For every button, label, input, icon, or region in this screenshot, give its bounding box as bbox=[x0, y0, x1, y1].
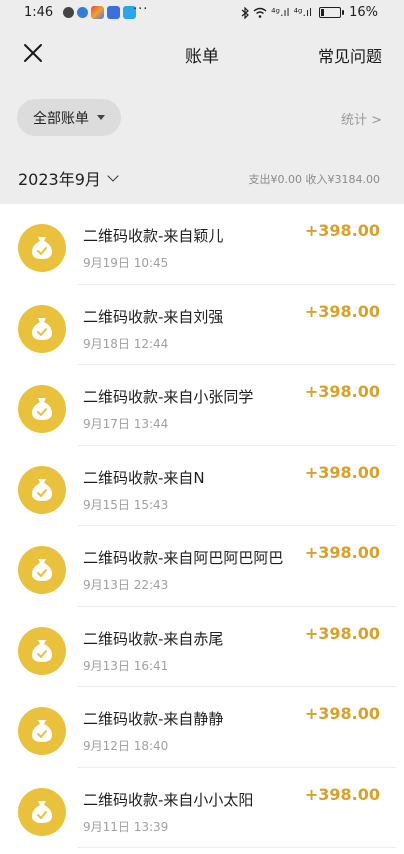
status-right: ⁴ᵍ.ıl ⁴ᵍ.ıl 16% bbox=[241, 5, 378, 20]
transaction-title: 二维码收款-来自静静 bbox=[83, 710, 224, 728]
transaction-amount: +398.00 bbox=[304, 704, 380, 723]
transaction-time: 9月17日 13:44 bbox=[83, 417, 169, 431]
transaction-item[interactable]: 二维码收款-来自赤尾 9月13日 16:41 +398.00 bbox=[0, 607, 404, 687]
filter-row: 全部账单 统计 > bbox=[0, 82, 404, 150]
transaction-title: 二维码收款-来自颖儿 bbox=[83, 227, 224, 245]
bluetooth-icon bbox=[241, 6, 250, 19]
month-selector[interactable]: 2023年9月 bbox=[18, 166, 119, 190]
month-summary: 支出¥0.00 收入¥3184.00 bbox=[248, 173, 380, 186]
more-notifications-icon: ··· bbox=[133, 2, 149, 17]
transaction-time: 9月15日 15:43 bbox=[83, 497, 169, 512]
all-bills-label: 全部账单 bbox=[33, 110, 89, 127]
header-area: 1:46 ··· ⁴ᵍ.ıl ⁴ᵍ.ıl 16% 账单 常见问题 全部账单 统计… bbox=[0, 0, 404, 204]
app-notification-icon bbox=[77, 7, 88, 18]
battery-level bbox=[321, 9, 325, 16]
transaction-list: 二维码收款-来自颖儿 9月19日 10:45 +398.00 二维码收款-来自刘… bbox=[0, 204, 404, 848]
all-bills-filter-button[interactable]: 全部账单 bbox=[17, 99, 121, 136]
transaction-title: 二维码收款-来自小小太阳 bbox=[83, 790, 254, 809]
money-bag-icon bbox=[18, 385, 66, 433]
money-bag-icon bbox=[18, 787, 66, 836]
battery-icon bbox=[319, 7, 345, 18]
transaction-time: 9月13日 22:43 bbox=[83, 578, 169, 592]
multicolor-app-icon bbox=[91, 6, 104, 19]
transaction-item[interactable]: 二维码收款-来自静静 9月12日 18:40 +398.00 bbox=[0, 687, 404, 768]
transaction-time: 9月13日 16:41 bbox=[83, 658, 169, 673]
month-header: 2023年9月 支出¥0.00 收入¥3184.00 bbox=[0, 150, 404, 204]
notification-icons bbox=[63, 6, 136, 19]
settings-notification-icon bbox=[63, 7, 74, 18]
stats-link[interactable]: 统计 > bbox=[341, 109, 382, 128]
caret-down-icon bbox=[97, 115, 105, 120]
status-time: 1:46 bbox=[24, 5, 54, 20]
transaction-amount: +398.00 bbox=[304, 382, 380, 401]
transaction-amount: +398.00 bbox=[304, 543, 380, 562]
transaction-amount: +398.00 bbox=[304, 784, 380, 804]
transaction-amount: +398.00 bbox=[304, 301, 380, 321]
transaction-title: 二维码收款-来自N bbox=[83, 468, 205, 487]
transaction-title: 二维码收款-来自阿巴阿巴阿巴 bbox=[83, 549, 284, 567]
transaction-time: 9月19日 10:45 bbox=[83, 256, 169, 270]
status-bar: 1:46 ··· ⁴ᵍ.ıl ⁴ᵍ.ıl 16% bbox=[0, 0, 404, 26]
blue-app-icon bbox=[107, 6, 120, 19]
money-bag-icon bbox=[18, 304, 66, 353]
transaction-item[interactable]: 二维码收款-来自阿巴阿巴阿巴 9月13日 22:43 +398.00 bbox=[0, 526, 404, 607]
faq-link[interactable]: 常见问题 bbox=[318, 43, 382, 67]
signal-icon-2: ⁴ᵍ.ıl bbox=[293, 6, 313, 19]
divider bbox=[78, 847, 396, 848]
signal-icon-1: ⁴ᵍ.ıl bbox=[271, 6, 290, 19]
transaction-amount: +398.00 bbox=[304, 221, 380, 240]
transaction-time: 9月18日 12:44 bbox=[83, 336, 169, 351]
money-bag-icon bbox=[18, 707, 66, 755]
battery-percent: 16% bbox=[349, 5, 378, 20]
transaction-time: 9月11日 13:39 bbox=[83, 819, 169, 834]
transaction-amount: +398.00 bbox=[304, 623, 380, 643]
transaction-item[interactable]: 二维码收款-来自小小太阳 9月11日 13:39 +398.00 bbox=[0, 768, 404, 848]
money-bag-icon bbox=[18, 626, 66, 675]
transaction-title: 二维码收款-来自小张同学 bbox=[83, 388, 254, 406]
transaction-title: 二维码收款-来自刘强 bbox=[83, 307, 224, 326]
transaction-amount: +398.00 bbox=[304, 462, 380, 482]
wifi-icon bbox=[253, 7, 267, 18]
transaction-title: 二维码收款-来自赤尾 bbox=[83, 629, 224, 648]
money-bag-icon bbox=[18, 546, 66, 594]
chevron-down-icon bbox=[107, 169, 119, 182]
transaction-item[interactable]: 二维码收款-来自N 9月15日 15:43 +398.00 bbox=[0, 446, 404, 526]
nav-bar: 账单 常见问题 bbox=[0, 26, 404, 82]
transaction-time: 9月12日 18:40 bbox=[83, 739, 169, 753]
money-bag-icon bbox=[18, 465, 66, 514]
money-bag-icon bbox=[18, 224, 66, 272]
transaction-item[interactable]: 二维码收款-来自颖儿 9月19日 10:45 +398.00 bbox=[0, 204, 404, 285]
transaction-item[interactable]: 二维码收款-来自刘强 9月18日 12:44 +398.00 bbox=[0, 285, 404, 365]
transaction-item[interactable]: 二维码收款-来自小张同学 9月17日 13:44 +398.00 bbox=[0, 365, 404, 446]
month-label: 2023年9月 bbox=[18, 170, 101, 189]
